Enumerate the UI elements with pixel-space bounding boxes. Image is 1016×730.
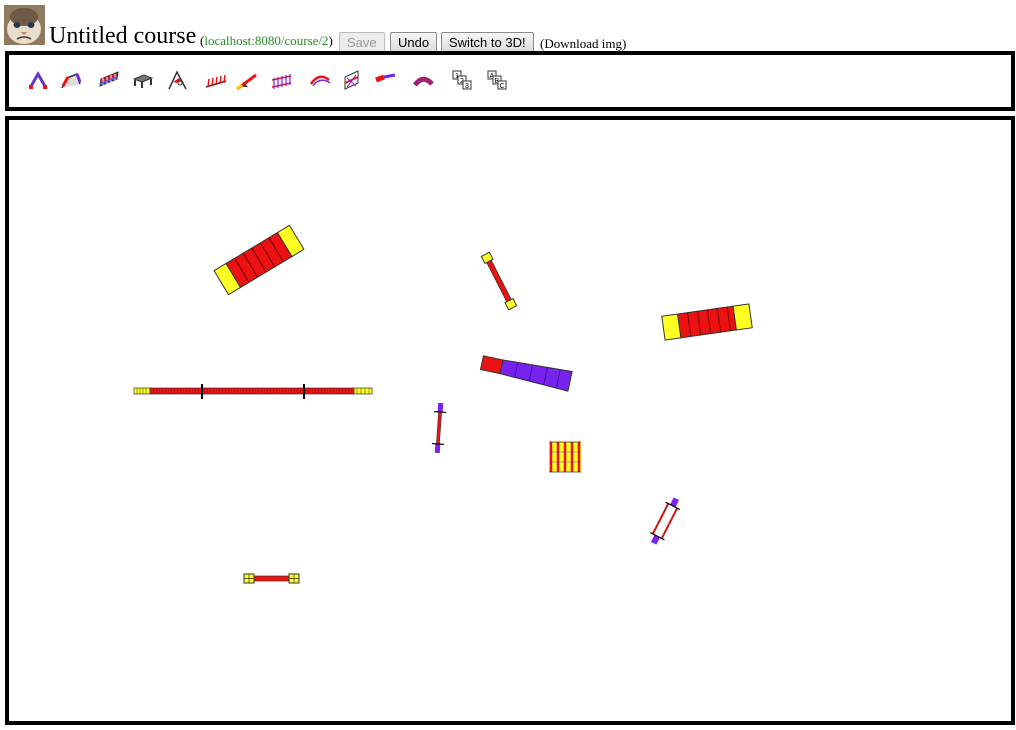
dog-walk-icon[interactable] [59, 68, 83, 92]
svg-text:3: 3 [465, 83, 469, 90]
number-cones-icon[interactable]: 123 [450, 68, 474, 92]
tire-jump-icon[interactable] [166, 68, 190, 92]
weave-poles-obstacle[interactable] [549, 441, 581, 473]
course-url: localhost:8080/course/2 [204, 33, 329, 48]
curved-tunnel-icon[interactable] [412, 68, 436, 92]
weave-poles-icon[interactable] [204, 68, 228, 92]
chute-icon[interactable] [374, 68, 398, 92]
table-icon[interactable] [131, 68, 155, 92]
tunnel-curve-icon[interactable] [309, 68, 333, 92]
teeter-obstacle[interactable] [243, 573, 300, 584]
download-image-link[interactable]: Download img [544, 36, 622, 51]
a-frame-icon[interactable] [26, 68, 50, 92]
double-jump-icon[interactable] [270, 68, 294, 92]
course-canvas[interactable] [5, 116, 1015, 725]
jump-obstacle[interactable] [431, 402, 447, 454]
a-frame-obstacle[interactable] [213, 224, 305, 296]
download-image-wrapper: (Download img) [540, 36, 626, 52]
avatar [4, 5, 45, 45]
teeter-icon[interactable] [235, 68, 259, 92]
page-title: Untitled course [49, 23, 197, 49]
letter-cones-icon[interactable]: ABC [485, 68, 509, 92]
panel-jump-icon[interactable] [340, 68, 364, 92]
a-frame-obstacle[interactable] [661, 303, 753, 341]
course-url-wrapper: (localhost:8080/course/2) [200, 33, 333, 49]
url-close-paren: ) [328, 33, 333, 48]
header: Untitled course (localhost:8080/course/2… [4, 4, 1014, 54]
teeter-obstacle[interactable] [480, 251, 518, 311]
download-close-paren: ) [621, 36, 627, 51]
svg-text:C: C [500, 83, 505, 90]
dog-walk-obstacle[interactable] [133, 384, 373, 399]
wall-jump-icon[interactable] [97, 68, 121, 92]
obstacle-toolbar: 123 ABC [5, 51, 1015, 111]
double-jump-obstacle[interactable] [647, 495, 684, 547]
chute-obstacle[interactable] [479, 353, 573, 392]
